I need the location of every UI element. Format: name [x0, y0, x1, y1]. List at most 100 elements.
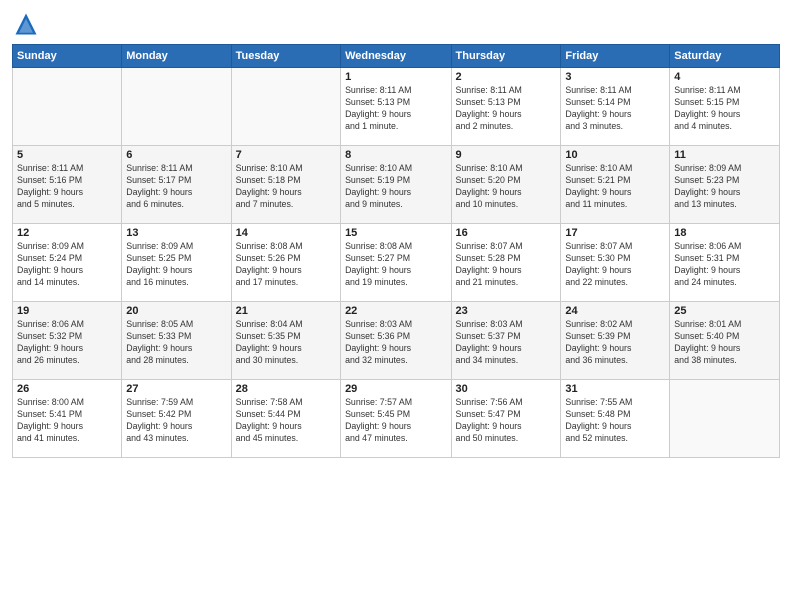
calendar-cell: 14 Sunrise: 8:08 AMSunset: 5:26 PMDayligh… — [231, 224, 340, 302]
day-number: 26 — [17, 383, 117, 395]
day-number: 4 — [674, 71, 775, 83]
calendar-cell: 12Sunrise: 8:09 AMSunset: 5:24 PMDayligh… — [13, 224, 122, 302]
day-info: Sunrise: 8:07 AMSunset: 5:28 PMDaylight:… — [456, 241, 557, 289]
day-info: Sunrise: 8:02 AMSunset: 5:39 PMDaylight:… — [565, 319, 665, 367]
day-number: 22 — [345, 305, 446, 317]
day-info: Sunrise: 8:11 AMSunset: 5:15 PMDaylight:… — [674, 85, 775, 133]
day-number: 6 — [126, 149, 226, 161]
calendar-cell: 11 Sunrise: 8:09 AMSunset: 5:23 PMDayligh… — [670, 146, 780, 224]
logo-icon — [12, 10, 40, 38]
day-info: Sunrise: 8:10 AMSunset: 5:18 PMDaylight:… — [236, 163, 336, 211]
calendar-cell — [670, 380, 780, 458]
day-info: Sunrise: 8:08 AMSunset: 5:27 PMDaylight:… — [345, 241, 446, 289]
calendar-cell — [231, 68, 340, 146]
weekday-header-wednesday: Wednesday — [341, 45, 451, 68]
day-info: Sunrise: 8:09 AMSunset: 5:23 PMDaylight:… — [674, 163, 775, 211]
calendar-cell: 10Sunrise: 8:10 AMSunset: 5:21 PMDayligh… — [561, 146, 670, 224]
day-info: Sunrise: 8:09 AMSunset: 5:24 PMDaylight:… — [17, 241, 117, 289]
day-info: Sunrise: 8:01 AMSunset: 5:40 PMDaylight:… — [674, 319, 775, 367]
day-number: 11 — [674, 149, 775, 161]
day-info: Sunrise: 8:11 AMSunset: 5:16 PMDaylight:… — [17, 163, 117, 211]
calendar-cell: 31Sunrise: 7:55 AMSunset: 5:48 PMDayligh… — [561, 380, 670, 458]
day-info: Sunrise: 8:03 AMSunset: 5:36 PMDaylight:… — [345, 319, 446, 367]
weekday-header-row: SundayMondayTuesdayWednesdayThursdayFrid… — [13, 45, 780, 68]
day-number: 2 — [456, 71, 557, 83]
calendar-cell: 7 Sunrise: 8:10 AMSunset: 5:18 PMDaylight… — [231, 146, 340, 224]
calendar-cell: 24 Sunrise: 8:02 AMSunset: 5:39 PMDayligh… — [561, 302, 670, 380]
day-info: Sunrise: 8:03 AMSunset: 5:37 PMDaylight:… — [456, 319, 557, 367]
day-number: 28 — [236, 383, 336, 395]
day-number: 3 — [565, 71, 665, 83]
day-number: 7 — [236, 149, 336, 161]
page-container: SundayMondayTuesdayWednesdayThursdayFrid… — [0, 0, 792, 466]
weekday-header-monday: Monday — [122, 45, 231, 68]
day-number: 17 — [565, 227, 665, 239]
calendar-cell: 2 Sunrise: 8:11 AMSunset: 5:13 PMDaylight… — [451, 68, 561, 146]
day-info: Sunrise: 8:07 AMSunset: 5:30 PMDaylight:… — [565, 241, 665, 289]
day-number: 15 — [345, 227, 446, 239]
calendar-cell: 15 Sunrise: 8:08 AMSunset: 5:27 PMDayligh… — [341, 224, 451, 302]
calendar-cell: 5 Sunrise: 8:11 AMSunset: 5:16 PMDaylight… — [13, 146, 122, 224]
day-info: Sunrise: 8:11 AMSunset: 5:13 PMDaylight:… — [345, 85, 446, 133]
day-info: Sunrise: 8:11 AMSunset: 5:14 PMDaylight:… — [565, 85, 665, 133]
header — [12, 10, 780, 38]
day-number: 20 — [126, 305, 226, 317]
calendar-cell — [13, 68, 122, 146]
day-info: Sunrise: 8:06 AMSunset: 5:32 PMDaylight:… — [17, 319, 117, 367]
day-info: Sunrise: 8:11 AMSunset: 5:13 PMDaylight:… — [456, 85, 557, 133]
day-number: 19 — [17, 305, 117, 317]
weekday-header-tuesday: Tuesday — [231, 45, 340, 68]
calendar-cell: 23 Sunrise: 8:03 AMSunset: 5:37 PMDayligh… — [451, 302, 561, 380]
weekday-header-friday: Friday — [561, 45, 670, 68]
day-number: 23 — [456, 305, 557, 317]
day-info: Sunrise: 8:00 AMSunset: 5:41 PMDaylight:… — [17, 397, 117, 445]
weekday-header-thursday: Thursday — [451, 45, 561, 68]
day-info: Sunrise: 7:55 AMSunset: 5:48 PMDaylight:… — [565, 397, 665, 445]
day-info: Sunrise: 8:04 AMSunset: 5:35 PMDaylight:… — [236, 319, 336, 367]
calendar-cell: 30Sunrise: 7:56 AMSunset: 5:47 PMDayligh… — [451, 380, 561, 458]
calendar-week-row: 26 Sunrise: 8:00 AMSunset: 5:41 PMDayligh… — [13, 380, 780, 458]
calendar-cell: 13 Sunrise: 8:09 AMSunset: 5:25 PMDayligh… — [122, 224, 231, 302]
calendar-week-row: 1 Sunrise: 8:11 AMSunset: 5:13 PMDaylight… — [13, 68, 780, 146]
calendar-cell: 18 Sunrise: 8:06 AMSunset: 5:31 PMDayligh… — [670, 224, 780, 302]
calendar-cell: 1 Sunrise: 8:11 AMSunset: 5:13 PMDaylight… — [341, 68, 451, 146]
day-info: Sunrise: 8:10 AMSunset: 5:20 PMDaylight:… — [456, 163, 557, 211]
day-info: Sunrise: 7:58 AMSunset: 5:44 PMDaylight:… — [236, 397, 336, 445]
day-number: 18 — [674, 227, 775, 239]
day-number: 24 — [565, 305, 665, 317]
day-number: 21 — [236, 305, 336, 317]
calendar-cell: 26 Sunrise: 8:00 AMSunset: 5:41 PMDayligh… — [13, 380, 122, 458]
calendar-cell — [122, 68, 231, 146]
day-number: 13 — [126, 227, 226, 239]
day-number: 27 — [126, 383, 226, 395]
day-number: 14 — [236, 227, 336, 239]
day-info: Sunrise: 8:06 AMSunset: 5:31 PMDaylight:… — [674, 241, 775, 289]
day-info: Sunrise: 7:59 AMSunset: 5:42 PMDaylight:… — [126, 397, 226, 445]
day-info: Sunrise: 8:05 AMSunset: 5:33 PMDaylight:… — [126, 319, 226, 367]
calendar-cell: 21 Sunrise: 8:04 AMSunset: 5:35 PMDayligh… — [231, 302, 340, 380]
day-number: 25 — [674, 305, 775, 317]
calendar-cell: 25 Sunrise: 8:01 AMSunset: 5:40 PMDayligh… — [670, 302, 780, 380]
weekday-header-saturday: Saturday — [670, 45, 780, 68]
calendar-cell: 28 Sunrise: 7:58 AMSunset: 5:44 PMDayligh… — [231, 380, 340, 458]
calendar-week-row: 5 Sunrise: 8:11 AMSunset: 5:16 PMDaylight… — [13, 146, 780, 224]
calendar-cell: 22 Sunrise: 8:03 AMSunset: 5:36 PMDayligh… — [341, 302, 451, 380]
calendar-cell: 17 Sunrise: 8:07 AMSunset: 5:30 PMDayligh… — [561, 224, 670, 302]
calendar-cell: 20 Sunrise: 8:05 AMSunset: 5:33 PMDayligh… — [122, 302, 231, 380]
day-number: 30 — [456, 383, 557, 395]
day-number: 29 — [345, 383, 446, 395]
day-info: Sunrise: 7:57 AMSunset: 5:45 PMDaylight:… — [345, 397, 446, 445]
day-info: Sunrise: 8:08 AMSunset: 5:26 PMDaylight:… — [236, 241, 336, 289]
day-number: 16 — [456, 227, 557, 239]
day-number: 9 — [456, 149, 557, 161]
day-info: Sunrise: 8:09 AMSunset: 5:25 PMDaylight:… — [126, 241, 226, 289]
calendar-week-row: 19 Sunrise: 8:06 AMSunset: 5:32 PMDayligh… — [13, 302, 780, 380]
day-info: Sunrise: 8:10 AMSunset: 5:21 PMDaylight:… — [565, 163, 665, 211]
calendar-cell: 19 Sunrise: 8:06 AMSunset: 5:32 PMDayligh… — [13, 302, 122, 380]
calendar-cell: 27 Sunrise: 7:59 AMSunset: 5:42 PMDayligh… — [122, 380, 231, 458]
day-number: 8 — [345, 149, 446, 161]
calendar-cell: 6 Sunrise: 8:11 AMSunset: 5:17 PMDaylight… — [122, 146, 231, 224]
day-number: 1 — [345, 71, 446, 83]
day-info: Sunrise: 8:11 AMSunset: 5:17 PMDaylight:… — [126, 163, 226, 211]
day-number: 5 — [17, 149, 117, 161]
